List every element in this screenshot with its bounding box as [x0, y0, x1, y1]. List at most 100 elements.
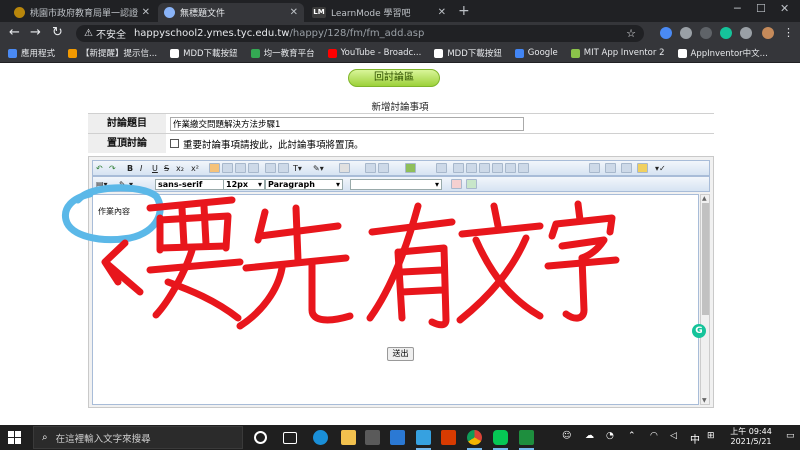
task-view-icon[interactable]: [283, 432, 297, 444]
table-row-icon[interactable]: [453, 163, 464, 173]
emoticon-icon[interactable]: [637, 163, 648, 173]
office-icon[interactable]: [441, 430, 456, 445]
edge-icon[interactable]: [313, 430, 328, 445]
people-icon[interactable]: ☺: [562, 431, 571, 441]
spellcheck-icon[interactable]: ▾✓: [655, 163, 666, 174]
outdent-icon[interactable]: [365, 163, 376, 173]
bookmark-star-icon[interactable]: ☆: [626, 27, 636, 40]
bookmark-item[interactable]: MDD下載按鈕: [434, 47, 502, 59]
warning-icon[interactable]: ⚠: [84, 28, 93, 39]
format-select[interactable]: Paragraph: [265, 179, 343, 190]
style-dropdown-icon[interactable]: ▾: [129, 179, 133, 190]
underline-button[interactable]: U: [152, 163, 158, 174]
print-icon[interactable]: ▤▾: [96, 179, 108, 190]
bullet-list-icon[interactable]: [265, 163, 276, 173]
bookmark-item[interactable]: 均一教育平台: [250, 47, 315, 59]
learnmode-app-icon[interactable]: [416, 430, 431, 450]
chrome-icon[interactable]: [467, 430, 482, 450]
grammarly-extension-icon[interactable]: [720, 27, 732, 39]
notification-icon[interactable]: ▭: [786, 431, 795, 441]
subscript-button[interactable]: x₂: [176, 163, 184, 174]
extension-icon[interactable]: [700, 27, 712, 39]
puzzle-extensions-icon[interactable]: [740, 27, 752, 39]
strikethrough-button[interactable]: S: [164, 163, 169, 174]
tab-close-icon[interactable]: ✕: [438, 7, 446, 18]
numbered-list-icon[interactable]: [278, 163, 289, 173]
font-family-select[interactable]: sans-serif: [155, 179, 230, 190]
bookmark-item[interactable]: 應用程式: [8, 47, 55, 59]
browser-tab-active[interactable]: 無標題文件 ✕: [158, 3, 304, 22]
new-tab-button[interactable]: +: [458, 3, 470, 19]
tab-close-icon[interactable]: ✕: [290, 7, 298, 18]
forward-icon[interactable]: →: [30, 25, 41, 41]
scrollbar-thumb[interactable]: [702, 203, 709, 315]
insecure-label[interactable]: 不安全: [96, 26, 126, 41]
superscript-button[interactable]: x²: [191, 163, 199, 174]
horizontal-rule-icon[interactable]: [589, 163, 600, 173]
font-size-select[interactable]: 12px: [223, 179, 265, 190]
grammarly-icon[interactable]: G: [692, 324, 706, 338]
maximize-icon[interactable]: ☐: [756, 2, 766, 15]
cortana-icon[interactable]: [254, 431, 267, 444]
weather-icon[interactable]: ☁: [585, 431, 594, 441]
url-bar[interactable]: ⚠ 不安全 happyschool2.ymes.tyc.edu.tw /happ…: [76, 25, 644, 42]
menu-dots-icon[interactable]: ⋮: [783, 25, 794, 41]
extension-icon[interactable]: [680, 27, 692, 39]
scroll-up-icon[interactable]: ▲: [702, 195, 707, 202]
ime-icon[interactable]: ⊞: [707, 431, 715, 441]
editor-content-area[interactable]: 作業內容: [92, 194, 699, 405]
editor-scrollbar[interactable]: ▲ ▼: [700, 194, 710, 405]
taskbar-search-box[interactable]: ⌕ 在這裡輸入文字來搜尋: [33, 426, 243, 449]
bookmark-item[interactable]: Google: [514, 48, 558, 58]
highlight-color-icon[interactable]: ✎▾: [313, 163, 324, 174]
style-select[interactable]: [350, 179, 442, 190]
format-painter-icon[interactable]: ✎: [119, 179, 126, 190]
windows-start-icon[interactable]: [8, 431, 21, 444]
wifi-icon[interactable]: ◠: [650, 431, 658, 441]
extension-shield-icon[interactable]: [660, 27, 672, 39]
browser-tab[interactable]: 桃園市政府教育局單一認證授權... ✕: [8, 3, 156, 22]
tab-close-icon[interactable]: ✕: [142, 7, 150, 18]
redo-icon[interactable]: ↷: [109, 163, 116, 174]
insert-image-icon[interactable]: [405, 163, 416, 173]
undo-icon[interactable]: ↶: [96, 163, 103, 174]
store-icon[interactable]: [365, 430, 380, 445]
minimize-icon[interactable]: ─: [734, 2, 741, 15]
remove-format-icon[interactable]: [339, 163, 350, 173]
align-right-icon[interactable]: [235, 163, 246, 173]
chevron-up-icon[interactable]: ⌃: [628, 431, 636, 441]
meet-app-icon[interactable]: [519, 430, 534, 450]
bookmark-item[interactable]: YouTube - Broadc...: [327, 48, 421, 58]
system-clock[interactable]: 上午 09:44 2021/5/21: [722, 427, 780, 447]
align-center-icon[interactable]: [222, 163, 233, 173]
table-cell-icon[interactable]: [479, 163, 490, 173]
mail-icon[interactable]: [390, 430, 405, 445]
align-left-icon[interactable]: [209, 163, 220, 173]
bookmark-item[interactable]: MDD下載按鈕: [170, 47, 238, 59]
table-split-icon[interactable]: [505, 163, 516, 173]
back-to-forum-button[interactable]: 回討論區: [348, 69, 440, 87]
special-char-icon[interactable]: [621, 163, 632, 173]
network-icon[interactable]: ◔: [606, 431, 614, 441]
file-explorer-icon[interactable]: [341, 430, 356, 445]
indent-icon[interactable]: [378, 163, 389, 173]
volume-icon[interactable]: ◁: [670, 431, 677, 441]
back-icon[interactable]: ←: [9, 25, 20, 41]
table-col-icon[interactable]: [466, 163, 477, 173]
html-source-icon[interactable]: [451, 179, 462, 189]
fullscreen-icon[interactable]: [466, 179, 477, 189]
pin-checkbox[interactable]: [170, 139, 179, 148]
input-language-indicator[interactable]: 中: [690, 431, 700, 446]
italic-button[interactable]: I: [140, 163, 142, 174]
reload-icon[interactable]: ↻: [52, 25, 63, 41]
table-icon[interactable]: [436, 163, 447, 173]
close-window-icon[interactable]: ✕: [780, 2, 789, 15]
subject-input[interactable]: [170, 116, 524, 131]
bookmark-item[interactable]: MIT App Inventor 2: [570, 48, 665, 58]
line-icon[interactable]: [493, 430, 508, 450]
bold-button[interactable]: B: [127, 163, 133, 174]
anchor-icon[interactable]: [605, 163, 616, 173]
table-delete-icon[interactable]: [518, 163, 529, 173]
profile-avatar[interactable]: [762, 27, 774, 39]
browser-tab[interactable]: LM LearnMode 學習吧 ✕: [306, 3, 452, 22]
